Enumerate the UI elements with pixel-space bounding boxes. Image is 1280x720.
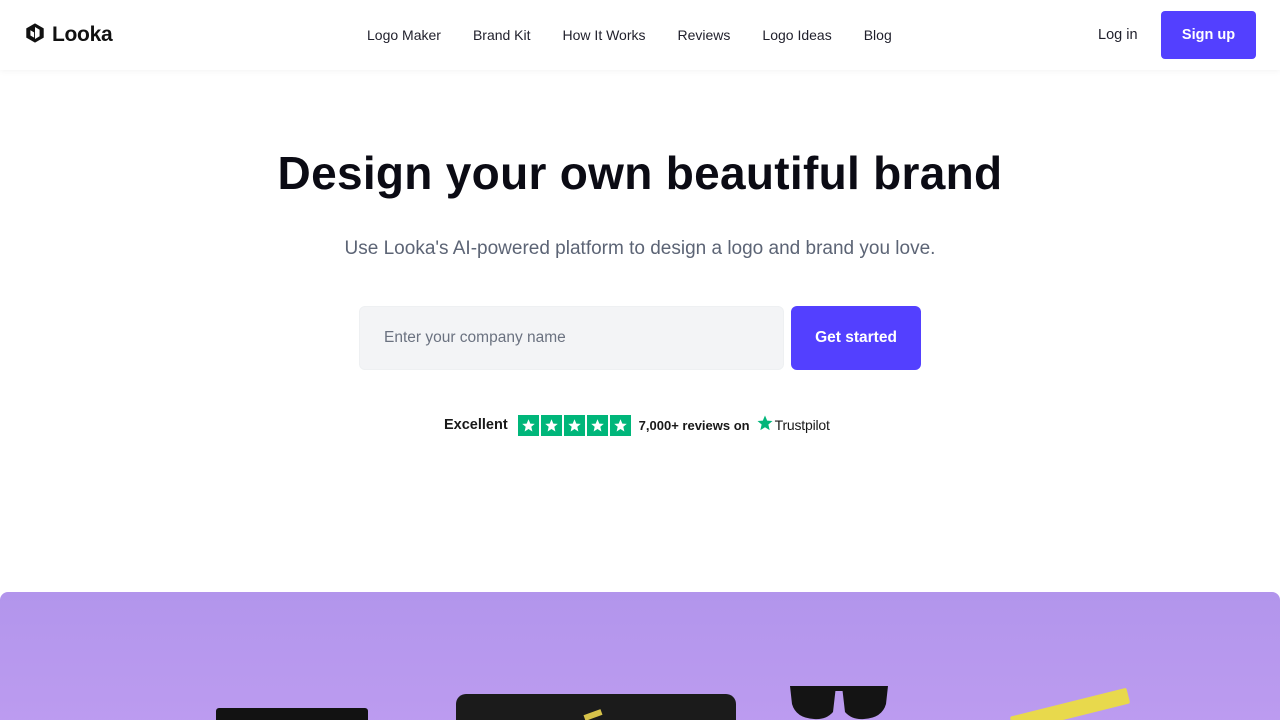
trustpilot-rating-label: Excellent — [444, 417, 508, 433]
get-started-button[interactable]: Get started — [791, 306, 921, 370]
looka-logo-icon — [24, 22, 46, 49]
star-icon — [609, 414, 631, 436]
trustpilot-wordmark: Trustpilot — [774, 417, 830, 433]
login-link[interactable]: Log in — [1082, 24, 1154, 46]
nav-link-logo-ideas[interactable]: Logo Ideas — [746, 24, 847, 46]
business-card-object — [216, 708, 368, 720]
company-name-field[interactable] — [359, 306, 784, 370]
trustpilot-star-icon — [756, 414, 774, 437]
nav-link-brand-kit[interactable]: Brand Kit — [457, 24, 547, 46]
nav-link-how-it-works[interactable]: How It Works — [547, 24, 662, 46]
signup-button[interactable]: Sign up — [1161, 11, 1256, 59]
trustpilot-brand[interactable]: Trustpilot — [756, 414, 830, 437]
top-navigation: Looka Logo Maker Brand Kit How It Works … — [0, 0, 1280, 70]
main-menu: Logo Maker Brand Kit How It Works Review… — [351, 24, 908, 46]
trustpilot-stars — [517, 414, 633, 436]
star-icon — [517, 414, 539, 436]
company-name-input[interactable] — [384, 329, 759, 347]
star-icon — [540, 414, 562, 436]
brand-name: Looka — [52, 23, 113, 46]
star-icon — [563, 414, 585, 436]
trustpilot-reviews-count: 7,000+ reviews on — [638, 417, 750, 433]
hero-title: Design your own beautiful brand — [277, 147, 1003, 199]
brand-logo[interactable]: Looka — [24, 22, 113, 49]
nav-link-blog[interactable]: Blog — [848, 24, 908, 46]
hero-product-image — [0, 592, 1280, 720]
nav-link-logo-maker[interactable]: Logo Maker — [351, 24, 457, 46]
sunglasses-object — [790, 686, 888, 720]
trustpilot-widget[interactable]: Excellent 7,000+ reviews on Trustpilot — [444, 414, 830, 436]
star-icon — [586, 414, 608, 436]
measuring-tape-object — [1009, 687, 1131, 720]
nav-link-reviews[interactable]: Reviews — [662, 24, 747, 46]
hero-subtitle: Use Looka's AI-powered platform to desig… — [344, 238, 936, 259]
